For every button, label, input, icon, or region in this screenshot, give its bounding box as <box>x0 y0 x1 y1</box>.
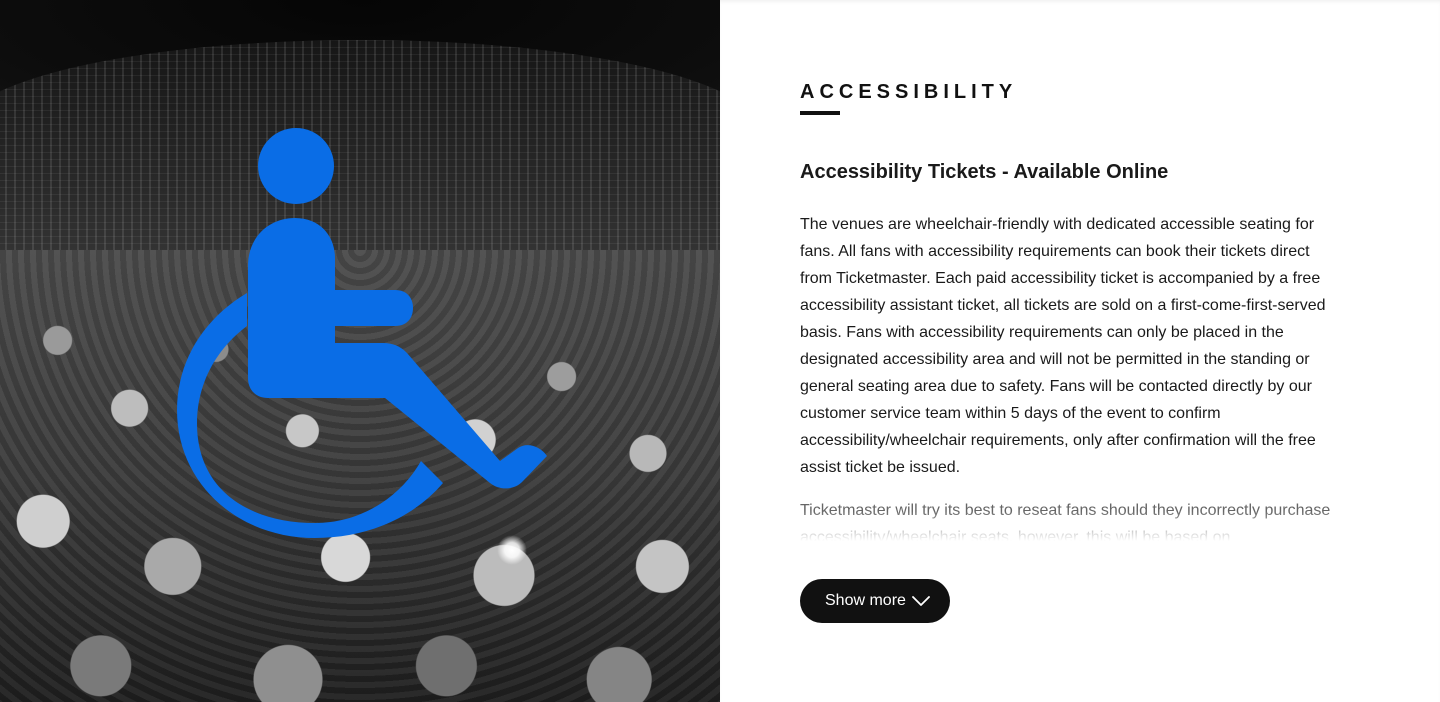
chevron-down-icon <box>912 596 930 606</box>
show-more-label: Show more <box>825 592 906 609</box>
section-heading: ACCESSIBILITY <box>800 81 1018 103</box>
reseat-policy-text: Ticketmaster will try its best to reseat… <box>800 502 1331 541</box>
accessibility-section: ACCESSIBILITY Accessibility Tickets - Av… <box>0 0 1440 702</box>
truncated-text: Ticketmaster will try its best to reseat… <box>800 497 1345 541</box>
wheelchair-icon <box>177 128 547 538</box>
accessibility-description: The venues are wheelchair-friendly with … <box>800 216 1326 476</box>
concert-crowd-image <box>0 0 720 702</box>
section-subtitle: Accessibility Tickets - Available Online <box>800 161 1169 183</box>
heading-underline <box>800 111 840 115</box>
show-more-button[interactable]: Show more <box>800 579 950 623</box>
